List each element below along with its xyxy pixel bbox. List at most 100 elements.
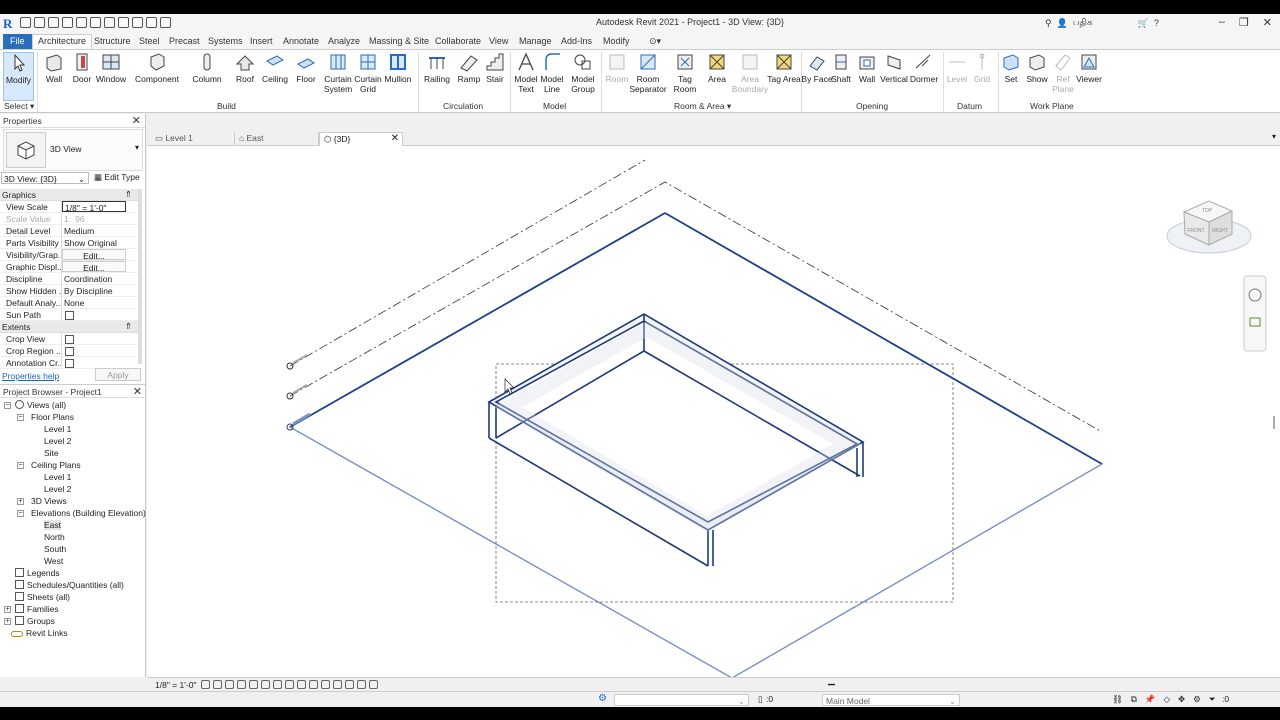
tab-add-ins[interactable]: Add-Ins (561, 34, 592, 49)
expand-toggle-icon[interactable]: + (4, 606, 11, 613)
graphics-section[interactable]: Graphics ⇑ (0, 189, 138, 201)
tab-architecture[interactable]: Architecture (32, 34, 93, 49)
render-icon[interactable] (249, 680, 258, 689)
tree-groups[interactable]: Groups (15, 616, 55, 626)
tree-sheets[interactable]: Sheets (all) (15, 592, 70, 602)
tab-systems[interactable]: Systems (208, 34, 243, 49)
tag-room-button[interactable]: Tag Room (668, 52, 702, 94)
type-selector[interactable]: 3D View ▾ (3, 129, 143, 171)
navigation-bar[interactable] (1243, 275, 1275, 429)
view-scale-field[interactable]: 1/8" = 1'-0" (62, 201, 126, 212)
room-area-group-label[interactable]: Room & Area ▾ (674, 101, 731, 112)
ceiling-button[interactable]: Ceiling (258, 52, 292, 84)
collapse-toggle-icon[interactable]: − (17, 462, 24, 469)
tree-families[interactable]: Families (15, 604, 59, 614)
expand-toggle-icon[interactable]: + (4, 618, 11, 625)
railing-button[interactable]: Railing (420, 52, 454, 84)
collapse-icon[interactable]: ⇑ (125, 189, 132, 200)
cart-icon[interactable]: 🛒 (1138, 18, 1149, 29)
close-icon[interactable]: ✕ (1263, 16, 1272, 29)
editable-only-icon[interactable]: ▯ (758, 694, 763, 705)
collapse-icon[interactable]: ⇑ (125, 321, 132, 332)
binoculars-icon[interactable]: ⚲ (1045, 18, 1052, 29)
shadows-icon[interactable] (237, 680, 246, 689)
tree-3d-views[interactable]: 3D Views (31, 496, 67, 506)
viewcube[interactable]: TOP FRONT RIGHT (1166, 200, 1252, 254)
drawing-canvas[interactable]: TOP FRONT RIGHT (147, 146, 1280, 677)
model-group-button[interactable]: Model Group (566, 52, 600, 94)
visual-style-icon[interactable] (213, 680, 222, 689)
graphic-display-edit-button[interactable]: Edit... (62, 261, 126, 272)
sign-in-label[interactable]: பதிக (1073, 17, 1093, 29)
tab-modify[interactable]: Modify (603, 34, 630, 49)
view-scale-button[interactable]: 1/8" = 1'-0" (155, 680, 196, 690)
tab-collaborate[interactable]: Collaborate (435, 34, 481, 49)
highlight-displacement-icon[interactable] (345, 680, 354, 689)
properties-close-icon[interactable]: ✕ (132, 114, 141, 127)
lock-view-icon[interactable] (285, 680, 294, 689)
filter-icon[interactable]: ⏷ (1209, 694, 1216, 705)
background-processes-icon[interactable]: ⚙ (1193, 694, 1201, 705)
discipline-field[interactable]: Coordination (62, 273, 138, 284)
tab-annotate[interactable]: Annotate (283, 34, 319, 49)
visibility-edit-button[interactable]: Edit... (62, 249, 126, 260)
tab-view[interactable]: View (489, 34, 508, 49)
properties-toggle-icon[interactable] (369, 680, 378, 689)
tree-floor-level-1[interactable]: Level 1 (44, 424, 71, 434)
minimize-icon[interactable]: – (1219, 16, 1225, 29)
tree-elevations[interactable]: Elevations (Building Elevation) (31, 508, 146, 518)
properties-scrollbar[interactable] (138, 189, 142, 364)
select-group-label[interactable]: Select ▾ (4, 101, 34, 112)
select-pinned-icon[interactable]: 📌 (1145, 694, 1156, 705)
tab-structure[interactable]: Structure (94, 34, 131, 49)
crop-view-icon[interactable] (261, 680, 270, 689)
expand-toggle-icon[interactable]: + (17, 498, 24, 505)
analytical-model-icon[interactable] (333, 680, 342, 689)
detail-level-field[interactable]: Medium (62, 225, 138, 236)
view-tabs-menu-icon[interactable]: ▾ (1272, 132, 1276, 141)
collapse-toggle-icon[interactable]: − (17, 414, 24, 421)
tree-elevation-east[interactable]: East (44, 520, 62, 530)
restore-icon[interactable]: ❐ (1239, 16, 1249, 29)
viewer-button[interactable]: Viewer (1072, 52, 1106, 84)
sun-path-checkbox[interactable] (65, 311, 74, 320)
collapse-toggle-icon[interactable]: − (4, 402, 11, 409)
workset-select[interactable]: ⌄ (614, 694, 749, 706)
tree-ceiling-level-1[interactable]: Level 1 (44, 472, 71, 482)
show-hidden-field[interactable]: By Discipline (62, 285, 138, 296)
crop-view-checkbox[interactable] (65, 335, 74, 344)
roof-button[interactable]: Roof (228, 52, 262, 84)
tree-ceiling-level-2[interactable]: Level 2 (44, 484, 71, 494)
crop-region-checkbox[interactable] (65, 347, 74, 356)
tab-insert[interactable]: Insert (250, 34, 273, 49)
tab-precast[interactable]: Precast (169, 34, 200, 49)
design-option-select[interactable]: Main Model ⌄ (822, 694, 960, 706)
floor-button[interactable]: Floor (289, 52, 323, 84)
view-tab-level-1[interactable]: ▭ Level 1 (151, 132, 235, 146)
apply-button[interactable]: Apply (95, 368, 141, 381)
viewcube-top-label[interactable]: TOP (1202, 208, 1213, 214)
tree-floor-level-2[interactable]: Level 2 (44, 436, 71, 446)
room-separator-button[interactable]: Room Separator (628, 52, 668, 94)
worksharing-icon[interactable] (321, 680, 330, 689)
component-button[interactable]: Component (135, 52, 179, 84)
tree-floor-plans[interactable]: Floor Plans (31, 412, 74, 422)
extents-section[interactable]: Extents ⇑ (0, 321, 138, 333)
tree-views-all[interactable]: Views (all) (15, 400, 66, 410)
modify-button[interactable]: Modify (3, 52, 34, 101)
edit-type-button[interactable]: ▦ Edit Type (94, 172, 140, 183)
column-button[interactable]: Column (190, 52, 224, 84)
tree-floor-site[interactable]: Site (44, 448, 59, 458)
stair-button[interactable]: Stair (478, 52, 512, 84)
help-icon[interactable]: ? (1154, 18, 1159, 28)
window-button[interactable]: Window (94, 52, 128, 84)
tab-manage[interactable]: Manage (519, 34, 552, 49)
viewcube-right-label[interactable]: RIGHT (1212, 228, 1228, 234)
tree-elevation-west[interactable]: West (44, 556, 63, 566)
dormer-button[interactable]: Dormer (907, 52, 941, 84)
tag-area-button[interactable]: Tag Area (767, 52, 801, 84)
splitter-handle[interactable]: ▁ (828, 675, 835, 686)
tree-revit-links[interactable]: Revit Links (11, 628, 68, 638)
sun-path-icon[interactable] (225, 680, 234, 689)
constraints-icon[interactable] (357, 680, 366, 689)
